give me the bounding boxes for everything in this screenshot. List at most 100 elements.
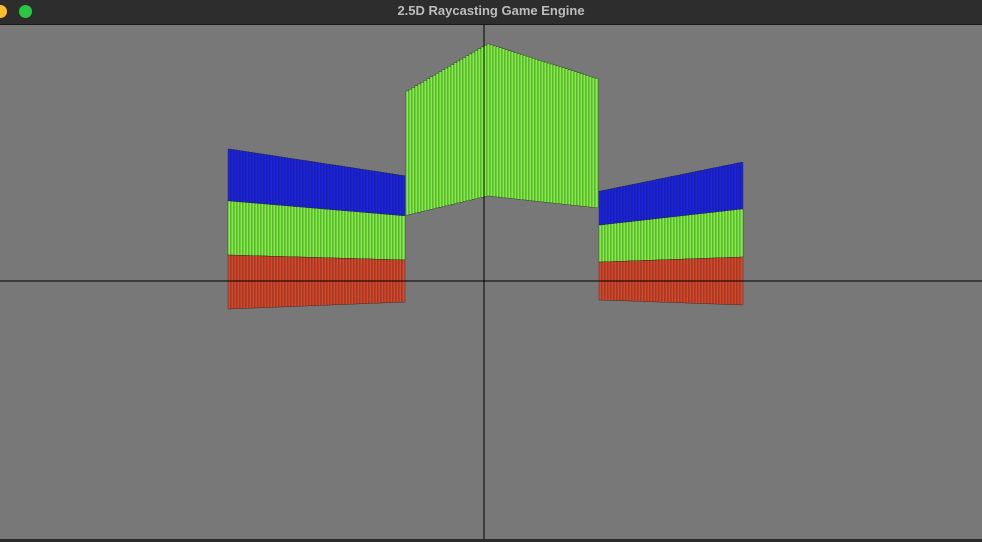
wall-column-slice: [383, 214, 388, 260]
wall-column-slice: [601, 224, 606, 263]
wall-column-slice: [281, 256, 286, 308]
wall-column-slice: [525, 56, 530, 201]
wall-column-slice: [408, 89, 413, 215]
wall-column-slice: [374, 213, 379, 260]
wall-column-slice: [417, 83, 422, 213]
wall-column-slice: [610, 223, 615, 262]
wall-column-slice: [242, 151, 247, 203]
wall-column-slice: [631, 221, 636, 262]
wall-column-slice: [383, 172, 388, 215]
window-title: 2.5D Raycasting Game Engine: [397, 3, 585, 18]
wall-column-slice: [290, 206, 295, 257]
wall-column-slice: [227, 200, 232, 256]
wall-column-slice: [558, 66, 563, 205]
wall-column-slice: [631, 184, 636, 222]
wall-column-slice: [474, 50, 479, 199]
wall-column-slice: [317, 162, 322, 209]
wall-column-slice: [332, 209, 337, 259]
wall-column-slice: [311, 161, 316, 209]
wall-column-slice: [368, 212, 373, 260]
wall-column-slice: [405, 90, 410, 216]
wall-column-slice: [344, 210, 349, 259]
game-viewport[interactable]: [0, 25, 982, 542]
wall-column-slice: [667, 217, 672, 260]
wall-column-slice: [284, 157, 289, 207]
wall-column-slice: [305, 160, 310, 208]
wall-column-slice: [299, 256, 304, 307]
wall-column-slice: [272, 155, 277, 205]
wall-column-slice: [251, 152, 256, 204]
wall-column-slice: [432, 74, 437, 209]
wall-column-slice: [392, 214, 397, 260]
wall-column-slice: [733, 163, 738, 210]
wall-column-slice: [718, 211, 723, 258]
wall-column-slice: [736, 209, 741, 258]
wall-column-slice: [275, 204, 280, 257]
wall-column-slice: [537, 60, 542, 202]
wall-column-slice: [739, 162, 744, 210]
wall-column-slice: [555, 65, 560, 204]
wall-column-slice: [664, 217, 669, 260]
wall-column-slice: [251, 255, 256, 309]
wall-column-slice: [543, 61, 548, 203]
app-window: 2.5D Raycasting Game Engine: [0, 0, 982, 542]
wall-column-slice: [637, 182, 642, 221]
wall-column-slice: [700, 169, 705, 214]
wall-column-slice: [263, 203, 268, 257]
wall-column-slice: [338, 210, 343, 259]
wall-column-slice: [275, 156, 280, 206]
wall-column-slice: [664, 177, 669, 218]
wall-column-slice: [423, 80, 428, 211]
wall-column-slice: [516, 53, 521, 200]
wall-column-slice: [353, 211, 358, 259]
wall-column-slice: [453, 62, 458, 204]
wall-column-slice: [441, 69, 446, 207]
wall-column-slice: [299, 159, 304, 208]
wall-column-slice: [350, 167, 355, 212]
wall-column-slice: [248, 255, 253, 309]
wall-column-slice: [585, 75, 590, 207]
wall-column-slice: [290, 256, 295, 307]
wall-column-slice: [248, 202, 253, 256]
wall-column-slice: [272, 256, 277, 308]
wall-column-slice: [287, 157, 292, 207]
wall-column-slice: [513, 52, 518, 200]
wall-column-slice: [389, 173, 394, 215]
wall-column-slice: [278, 205, 283, 257]
wall-column-slice: [287, 205, 292, 257]
wall-column-slice: [622, 185, 627, 223]
wall-column-slice: [263, 154, 268, 205]
title-bar[interactable]: 2.5D Raycasting Game Engine: [0, 0, 982, 25]
wall-column-slice: [447, 66, 452, 206]
wall-column-slice: [359, 168, 364, 213]
wall-column-slice: [257, 255, 262, 308]
wall-column-slice: [374, 171, 379, 214]
wall-column-slice: [230, 254, 235, 310]
wall-column-slice: [293, 206, 298, 258]
wall-column-slice: [712, 211, 717, 259]
wall-column-slice: [468, 53, 473, 201]
wall-column-slice: [233, 201, 238, 256]
wall-column-slice: [395, 215, 400, 260]
wall-column-slice: [281, 157, 286, 206]
wall-column-slice: [239, 255, 244, 309]
wall-column-slice: [540, 61, 545, 203]
wall-column-slice: [257, 203, 262, 257]
wall-column-slice: [386, 214, 391, 260]
wall-column-slice: [561, 67, 566, 205]
wall-column-slice: [411, 87, 416, 214]
wall-column-slice: [296, 256, 301, 307]
wall-column-slice: [287, 256, 292, 307]
wall-column-slice: [628, 221, 633, 262]
wall-column-slice: [395, 174, 400, 216]
wall-column-slice: [260, 203, 265, 257]
wall-column-slice: [401, 175, 406, 216]
wall-column-slice: [239, 150, 244, 203]
wall-column-slice: [459, 59, 464, 203]
wall-column-slice: [332, 164, 337, 211]
wall-column-slice: [371, 170, 376, 214]
wall-column-slice: [685, 215, 690, 260]
wall-column-slice: [661, 217, 666, 260]
wall-column-slice: [694, 171, 699, 215]
wall-column-slice: [682, 215, 687, 260]
